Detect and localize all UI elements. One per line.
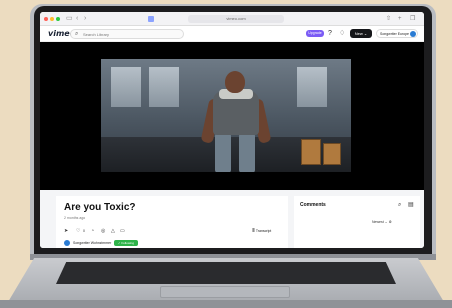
search-placeholder: Search Library <box>83 32 110 37</box>
video-title: Are you Toxic? <box>64 202 136 213</box>
video-player[interactable] <box>40 42 424 190</box>
comment-icon[interactable]: ▭ <box>120 227 125 235</box>
back-icon[interactable]: ‹ <box>76 14 78 24</box>
search-comments-icon[interactable]: ⌕ <box>398 201 401 209</box>
screen: ▭ ‹ › vimeo.com ⇧ + ❐ vimeo ⌕ Search Lib… <box>40 12 424 248</box>
sort-label: Newest ⌄ <box>372 220 388 224</box>
app-header: vimeo ⌕ Search Library Upgrade ? ♢ New ⌄… <box>40 26 424 42</box>
athlete-leg <box>215 133 231 172</box>
zoom-window-button[interactable] <box>56 17 60 21</box>
help-icon[interactable]: ? <box>328 29 332 38</box>
laptop-front-edge <box>0 300 452 308</box>
search-icon: ⌕ <box>75 31 79 37</box>
sort-dropdown[interactable]: Newest ⌄ ⚙ <box>372 220 392 224</box>
laptop-keyboard <box>56 262 396 284</box>
video-date: 2 months ago <box>64 216 86 220</box>
new-button[interactable]: New ⌄ <box>350 29 372 38</box>
athlete-leg <box>239 133 255 172</box>
owner-name[interactable]: Songwriter Wohnzimmer <box>73 239 111 247</box>
alert-icon[interactable]: △ <box>111 227 115 235</box>
gym-window <box>297 67 327 107</box>
upgrade-button[interactable]: Upgrade <box>306 30 324 37</box>
like-icon[interactable]: ♡ <box>76 227 80 235</box>
plus-icon[interactable]: + <box>398 15 402 23</box>
laptop-trackpad <box>160 286 290 298</box>
gym-window <box>111 67 141 107</box>
minimize-window-button[interactable] <box>50 17 54 21</box>
share-icon[interactable]: ⇧ <box>386 15 391 23</box>
transcript-label: Transcript <box>255 229 272 233</box>
sidebar-icon[interactable]: ▭ <box>66 14 73 24</box>
gym-window <box>149 67 179 107</box>
forward-icon[interactable]: › <box>84 14 86 24</box>
athlete-head <box>225 71 245 93</box>
search-input[interactable]: ⌕ Search Library <box>70 29 184 39</box>
comments-title: Comments <box>300 202 326 208</box>
video-details: Are you Toxic? 2 months ago ➤ ♡ 0 ◔ ◎ △ … <box>56 196 288 248</box>
notifications-icon[interactable]: ♢ <box>339 29 345 38</box>
tabs-icon[interactable]: ❐ <box>410 15 415 23</box>
avatar <box>410 31 416 37</box>
plyo-box <box>301 139 321 165</box>
address-bar[interactable]: vimeo.com <box>188 15 284 23</box>
plyo-box <box>323 143 341 165</box>
following-button[interactable]: ✓ Following <box>114 240 138 246</box>
comments-panel: Comments ⌕ ▤ Newest ⌄ ⚙ <box>294 196 420 248</box>
account-name: Songwriter Europe <box>380 32 409 36</box>
tab-favicon-icon[interactable] <box>148 16 154 22</box>
close-window-button[interactable] <box>44 17 48 21</box>
browser-toolbar: ▭ ‹ › vimeo.com ⇧ + ❐ <box>40 12 424 26</box>
owner-avatar[interactable] <box>64 240 70 246</box>
account-menu[interactable]: Songwriter Europe <box>376 29 418 38</box>
watch-later-icon[interactable]: ◔ <box>91 227 94 235</box>
settings-icon[interactable]: ⚙ <box>389 220 392 224</box>
page-content: Are you Toxic? 2 months ago ➤ ♡ 0 ◔ ◎ △ … <box>40 190 424 248</box>
video-frame[interactable] <box>101 59 351 172</box>
like-count: 0 <box>83 229 85 233</box>
filter-icon[interactable]: ▤ <box>408 201 414 209</box>
collections-icon[interactable]: ◎ <box>101 227 105 235</box>
transcript-button[interactable]: ≣ Transcript <box>252 227 271 235</box>
send-icon[interactable]: ➤ <box>64 227 68 235</box>
